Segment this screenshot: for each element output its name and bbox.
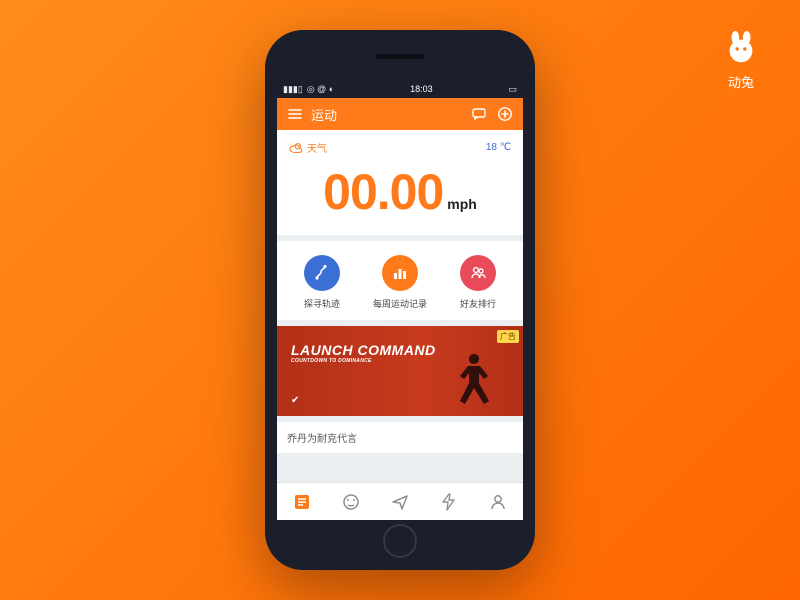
chat-icon[interactable] xyxy=(471,106,487,122)
tab-navigate[interactable] xyxy=(389,491,411,513)
status-bar: ▮▮▮▯ ◎ @ ◐ 18:03 ▭ xyxy=(277,80,523,98)
app-header: 运动 xyxy=(277,98,523,130)
brand-logo: 动兔 xyxy=(722,30,760,91)
phone-frame: ▮▮▮▯ ◎ @ ◐ 18:03 ▭ 运动 xyxy=(265,30,535,570)
menu-icon[interactable] xyxy=(287,106,303,122)
screen: ▮▮▮▯ ◎ @ ◐ 18:03 ▭ 运动 xyxy=(277,80,523,520)
promo-headline: LAUNCH COMMAND COUNTDOWN TO DOMINANCE xyxy=(291,342,436,364)
promo-subline: COUNTDOWN TO DOMINANCE xyxy=(291,358,436,364)
tab-home[interactable] xyxy=(291,491,313,513)
speed-unit: mph xyxy=(447,196,477,212)
action-label: 探寻轨迹 xyxy=(304,297,340,310)
carrier-icons: ◎ @ ◐ xyxy=(307,84,334,95)
phone-home-button[interactable] xyxy=(383,524,417,558)
ad-badge: 广告 xyxy=(497,330,519,343)
content-area: 天气 18 ℃ 00.00 mph 探寻轨迹 xyxy=(277,130,523,482)
promo-banner[interactable]: LAUNCH COMMAND COUNTDOWN TO DOMINANCE ✔ … xyxy=(277,326,523,416)
action-label: 每周运动记录 xyxy=(373,297,427,310)
route-icon xyxy=(304,255,340,291)
page-title: 运动 xyxy=(311,105,337,124)
promo-caption: 乔丹为耐克代言 xyxy=(277,422,523,453)
athlete-silhouette-icon xyxy=(439,346,509,416)
status-time: 18:03 xyxy=(410,84,433,94)
tab-power[interactable] xyxy=(438,491,460,513)
people-icon xyxy=(460,255,496,291)
action-weekly[interactable]: 每周运动记录 xyxy=(364,255,436,310)
battery-icon: ▭ xyxy=(508,84,517,94)
tab-profile[interactable] xyxy=(487,491,509,513)
tab-bar xyxy=(277,482,523,520)
chart-icon xyxy=(382,255,418,291)
tab-discover[interactable] xyxy=(340,491,362,513)
weather-label: 天气 xyxy=(307,140,327,155)
action-track[interactable]: 探寻轨迹 xyxy=(286,255,358,310)
phone-speaker xyxy=(375,54,425,59)
action-friends[interactable]: 好友排行 xyxy=(442,255,514,310)
add-icon[interactable] xyxy=(497,106,513,122)
weather-icon xyxy=(289,141,303,155)
bunny-icon xyxy=(722,30,760,68)
swoosh-icon: ✔ xyxy=(291,395,299,406)
signal-icon: ▮▮▮▯ xyxy=(283,84,303,95)
speed-value: 00.00 xyxy=(323,163,443,221)
speed-card: 天气 18 ℃ 00.00 mph xyxy=(277,130,523,235)
weather-temp: 18 ℃ xyxy=(486,142,511,153)
action-label: 好友排行 xyxy=(460,297,496,310)
actions-card: 探寻轨迹 每周运动记录 好友排行 xyxy=(277,241,523,320)
brand-name: 动兔 xyxy=(728,72,754,91)
